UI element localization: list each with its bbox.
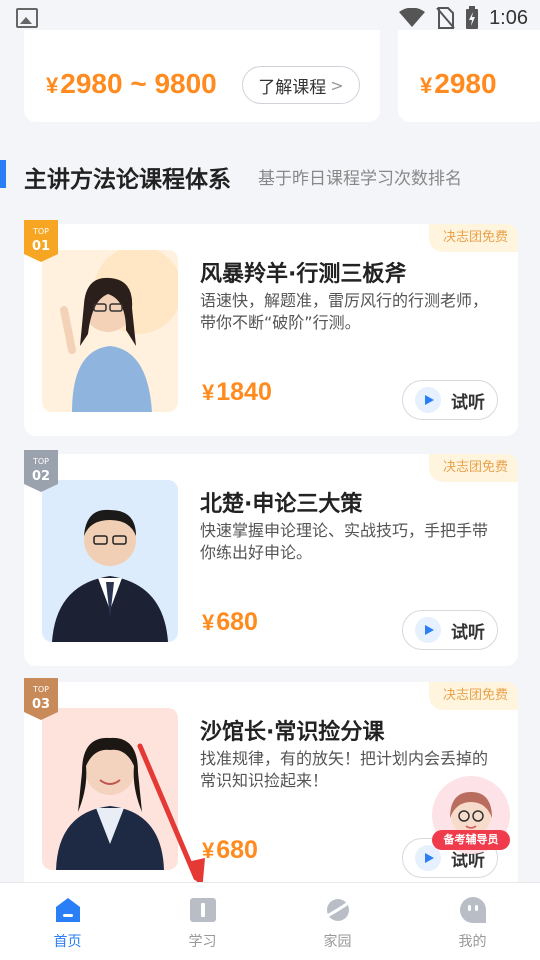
profile-face-icon — [459, 897, 486, 923]
tab-home[interactable]: 首页 — [0, 883, 135, 960]
course-price: ¥1840 — [202, 378, 272, 406]
free-tag: 决志团免费 — [428, 682, 518, 710]
course-description: 语速快，解题准，雷厉风行的行测老师，带你不断“破阶”行测。 — [200, 291, 489, 332]
tab-label: 学习 — [188, 934, 217, 950]
play-icon — [415, 617, 441, 643]
battery-icon — [466, 6, 479, 29]
svg-text:TOP: TOP — [32, 227, 49, 236]
free-tag: 决志团免费 — [428, 454, 518, 482]
svg-text:TOP: TOP — [32, 685, 49, 694]
teacher-photo — [42, 480, 178, 642]
assistant-label[interactable]: 备考辅导员 — [432, 830, 510, 850]
planet-icon — [323, 899, 352, 921]
tab-study[interactable]: 学习 — [135, 883, 270, 960]
free-tag: 决志团免费 — [428, 224, 518, 252]
svg-text:TOP: TOP — [32, 457, 49, 466]
rank-badge-silver: TOP 02 — [24, 450, 58, 492]
package-price: ¥2980 ~ 9800 — [46, 68, 217, 99]
wifi-icon — [399, 8, 426, 27]
trial-listen-button[interactable]: 试听 — [402, 380, 498, 420]
course-card[interactable]: 决志团免费 TOP 02 北楚·申论三大策 快速掌握申论理论、实战技巧，手把手带… — [24, 450, 518, 666]
status-icons: 1:06 — [399, 6, 528, 30]
svg-text:03: 03 — [32, 697, 50, 712]
package-price-2: ¥2980 — [420, 68, 497, 99]
course-price: ¥680 — [202, 608, 258, 636]
rank-badge-gold: TOP 01 — [24, 220, 58, 262]
section-accent-bar — [0, 160, 6, 188]
course-name: 风暴羚羊·行测三板斧 — [200, 262, 407, 287]
book-icon — [189, 898, 216, 922]
learn-course-button[interactable]: 了解课程 > — [242, 66, 360, 104]
bottom-tab-bar: 首页 学习 家园 我的 — [0, 882, 540, 960]
teacher-photo — [42, 250, 178, 412]
rank-badge-bronze: TOP 03 — [24, 678, 58, 720]
play-icon — [415, 387, 441, 413]
no-sim-icon — [436, 7, 455, 29]
chevron-right-icon: > — [330, 75, 344, 95]
course-description: 快速掌握申论理论、实战技巧，手把手带你练出好申论。 — [200, 521, 489, 562]
course-price: ¥680 — [202, 836, 258, 864]
svg-text:01: 01 — [32, 239, 50, 254]
trial-listen-button[interactable]: 试听 — [402, 610, 498, 650]
teacher-photo — [42, 708, 178, 870]
clock: 1:06 — [489, 6, 528, 29]
course-name: 沙馆长·常识捡分课 — [200, 720, 385, 745]
image-notification-icon — [16, 8, 38, 28]
tab-profile[interactable]: 我的 — [405, 883, 540, 960]
section-subtitle: 基于昨日课程学习次数排名 — [258, 169, 462, 189]
tab-label: 家园 — [323, 934, 352, 950]
svg-text:02: 02 — [32, 469, 50, 484]
course-card[interactable]: 决志团免费 TOP 01 风暴羚羊·行测三板斧 语速快，解题准，雷厉风行的行测老… — [24, 220, 518, 436]
section-title: 主讲方法论课程体系 — [24, 167, 231, 193]
course-name: 北楚·申论三大策 — [200, 492, 363, 517]
tab-label: 首页 — [53, 934, 82, 950]
tab-label: 我的 — [458, 934, 487, 950]
tab-community[interactable]: 家园 — [270, 883, 405, 960]
home-icon — [55, 898, 80, 922]
